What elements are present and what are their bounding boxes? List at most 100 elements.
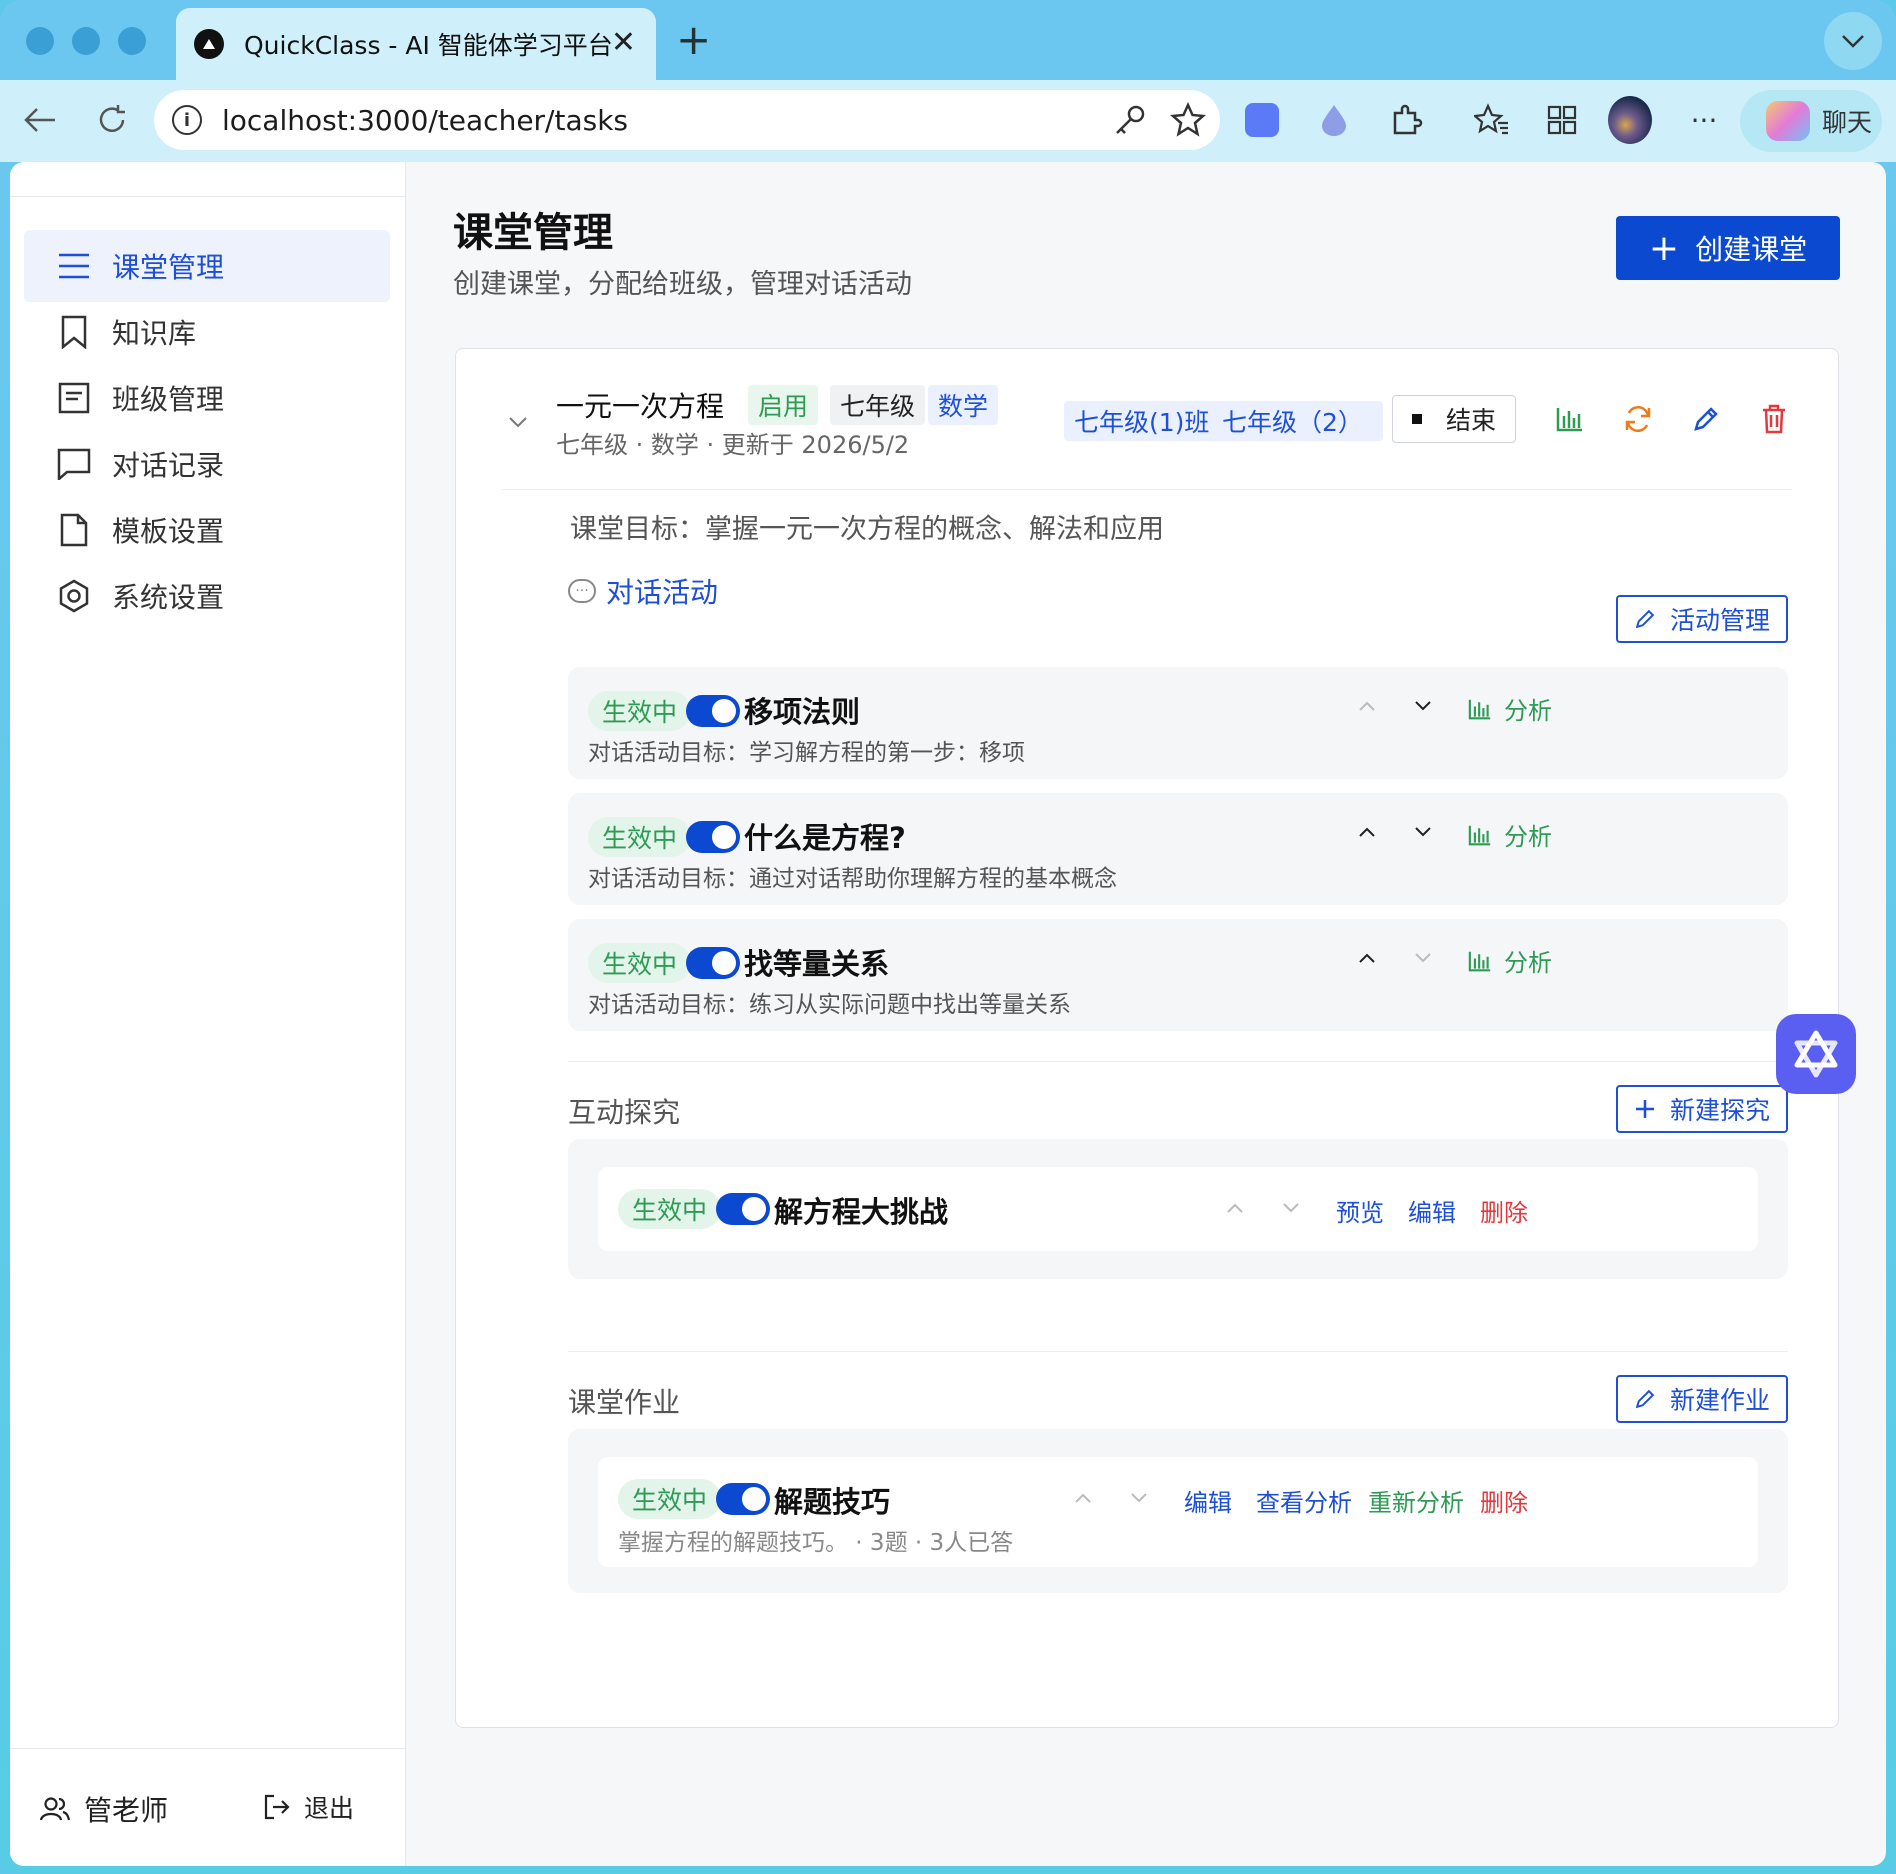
favorites-icon[interactable] — [1470, 98, 1514, 142]
activity-row[interactable]: 生效中 移项法则 对话活动目标：学习解方程的第一步：移项 分析 — [568, 667, 1788, 779]
activity-manage-button[interactable]: 活动管理 — [1616, 595, 1788, 643]
speech-bubble-icon: ··· — [568, 579, 596, 603]
move-down-icon[interactable] — [1278, 1195, 1304, 1221]
move-up-icon[interactable] — [1354, 693, 1380, 719]
sidebar-item-classroom[interactable]: 课堂管理 — [24, 230, 390, 302]
delete-link[interactable]: 删除 — [1480, 1193, 1528, 1228]
minimize-window-button[interactable] — [72, 27, 100, 55]
logout-button[interactable]: 退出 — [264, 1789, 354, 1825]
inquiry-item[interactable]: 生效中 解方程大挑战 预览 编辑 删除 — [598, 1167, 1758, 1251]
more-options-icon[interactable]: ··· — [1682, 98, 1726, 142]
sidebar-item-knowledge[interactable]: 知识库 — [24, 296, 390, 368]
bar-chart-icon[interactable] — [1552, 401, 1588, 437]
main-content: 课堂管理 创建课堂，分配给班级，管理对话活动 + 创建课堂 一元一次方程 启用 … — [407, 162, 1886, 1866]
profile-avatar-icon[interactable] — [1608, 96, 1652, 144]
tab-title: QuickClass - AI 智能体学习平台 — [244, 31, 613, 60]
tab-bar: QuickClass - AI 智能体学习平台 ✕ + — [0, 0, 1896, 80]
copilot-icon — [1766, 101, 1810, 141]
classroom-goal: 课堂目标：掌握一元一次方程的概念、解法和应用 — [570, 514, 1164, 545]
move-up-icon[interactable] — [1354, 945, 1380, 971]
new-homework-button[interactable]: 新建作业 — [1616, 1375, 1788, 1423]
page-subtitle: 创建课堂，分配给班级，管理对话活动 — [453, 269, 912, 300]
refresh-icon[interactable] — [1620, 401, 1656, 437]
activity-desc: 对话活动目标：学习解方程的第一步：移项 — [588, 740, 1025, 766]
key-icon[interactable] — [1112, 102, 1148, 138]
move-down-icon[interactable] — [1410, 819, 1436, 845]
extension-blue-icon[interactable] — [1240, 98, 1284, 142]
move-up-icon[interactable] — [1222, 1195, 1248, 1221]
status-pill: 生效中 — [588, 817, 692, 857]
homework-toggle[interactable] — [716, 1483, 770, 1515]
trash-icon[interactable] — [1756, 401, 1792, 437]
reanalyze-link[interactable]: 重新分析 — [1368, 1483, 1464, 1518]
homework-box: 生效中 解题技巧 掌握方程的解题技巧。 · 3题 · 3人已答 编辑 查看分析 … — [568, 1429, 1788, 1593]
sidebar-item-settings[interactable]: 系统设置 — [24, 560, 390, 632]
move-down-icon[interactable] — [1126, 1485, 1152, 1511]
sidebar-item-label: 对话记录 — [112, 449, 225, 482]
chat-label: 聊天 — [1822, 108, 1873, 137]
extension-drop-icon[interactable] — [1312, 98, 1356, 142]
new-tab-icon[interactable]: + — [676, 18, 711, 62]
end-classroom-button[interactable]: 结束 — [1392, 395, 1516, 443]
edit-icon — [1634, 1388, 1656, 1410]
create-classroom-label: 创建课堂 — [1695, 233, 1808, 266]
ai-assistant-icon[interactable] — [1776, 1014, 1856, 1094]
reload-icon[interactable] — [92, 100, 132, 140]
delete-link[interactable]: 删除 — [1480, 1483, 1528, 1518]
classroom-card: 一元一次方程 启用 七年级 数学 七年级 · 数学 · 更新于 2026/5/2… — [455, 348, 1839, 1728]
site-logo-icon — [194, 29, 224, 59]
copilot-chat-button[interactable]: 聊天 — [1740, 90, 1882, 152]
new-inquiry-label: 新建探究 — [1669, 1096, 1770, 1125]
inquiry-box: 生效中 解方程大挑战 预览 编辑 删除 — [568, 1139, 1788, 1279]
activity-toggle[interactable] — [686, 695, 740, 727]
edit-icon — [1634, 608, 1656, 630]
back-icon[interactable] — [20, 100, 60, 140]
edit-link[interactable]: 编辑 — [1184, 1483, 1232, 1518]
move-down-icon[interactable] — [1410, 693, 1436, 719]
homework-section-title: 课堂作业 — [568, 1386, 681, 1419]
analyze-label: 分析 — [1504, 949, 1552, 977]
tab-menu-button[interactable] — [1824, 12, 1882, 70]
tab-close-icon[interactable]: ✕ — [611, 28, 636, 58]
star-icon[interactable] — [1170, 102, 1206, 138]
sidebar-item-classes[interactable]: 班级管理 — [24, 362, 390, 434]
browser-tab[interactable]: QuickClass - AI 智能体学习平台 ✕ — [176, 8, 656, 80]
close-window-button[interactable] — [26, 27, 54, 55]
create-classroom-button[interactable]: + 创建课堂 — [1616, 216, 1840, 280]
site-info-icon[interactable]: i — [172, 105, 202, 135]
analyze-button[interactable]: 分析 — [1468, 691, 1552, 726]
preview-link[interactable]: 预览 — [1336, 1193, 1384, 1228]
sidebar-footer: 管老师 退出 — [10, 1748, 405, 1866]
move-down-icon[interactable] — [1410, 945, 1436, 971]
collections-icon[interactable] — [1540, 98, 1584, 142]
users-icon — [40, 1797, 70, 1821]
new-inquiry-button[interactable]: 新建探究 — [1616, 1085, 1788, 1133]
move-up-icon[interactable] — [1354, 819, 1380, 845]
activity-desc: 对话活动目标：通过对话帮助你理解方程的基本概念 — [588, 866, 1117, 892]
activity-toggle[interactable] — [686, 821, 740, 853]
analyze-button[interactable]: 分析 — [1468, 817, 1552, 852]
analyze-button[interactable]: 分析 — [1468, 943, 1552, 978]
bar-chart-icon — [1468, 824, 1492, 846]
analyze-label: 分析 — [1504, 823, 1552, 851]
page-title: 课堂管理 — [453, 210, 613, 256]
collapse-chevron-icon[interactable] — [508, 413, 528, 432]
sidebar-item-templates[interactable]: 模板设置 — [24, 494, 390, 566]
sidebar-item-dialogs[interactable]: 对话记录 — [24, 428, 390, 500]
grade-badge: 七年级 — [830, 385, 926, 425]
activity-row[interactable]: 生效中 什么是方程? 对话活动目标：通过对话帮助你理解方程的基本概念 分析 — [568, 793, 1788, 905]
edit-link[interactable]: 编辑 — [1408, 1193, 1456, 1228]
view-analysis-link[interactable]: 查看分析 — [1256, 1483, 1352, 1518]
edit-icon[interactable] — [1688, 401, 1724, 437]
status-pill: 生效中 — [618, 1479, 722, 1519]
activity-toggle[interactable] — [686, 947, 740, 979]
move-up-icon[interactable] — [1070, 1485, 1096, 1511]
activity-row[interactable]: 生效中 找等量关系 对话活动目标：练习从实际问题中找出等量关系 分析 — [568, 919, 1788, 1031]
sidebar-item-label: 课堂管理 — [112, 251, 225, 284]
homework-item[interactable]: 生效中 解题技巧 掌握方程的解题技巧。 · 3题 · 3人已答 编辑 查看分析 … — [598, 1457, 1758, 1567]
sidebar-item-label: 知识库 — [112, 317, 197, 350]
address-bar[interactable]: i localhost:3000/teacher/tasks — [154, 90, 1220, 150]
extensions-puzzle-icon[interactable] — [1384, 98, 1428, 142]
inquiry-toggle[interactable] — [716, 1193, 770, 1225]
maximize-window-button[interactable] — [118, 27, 146, 55]
